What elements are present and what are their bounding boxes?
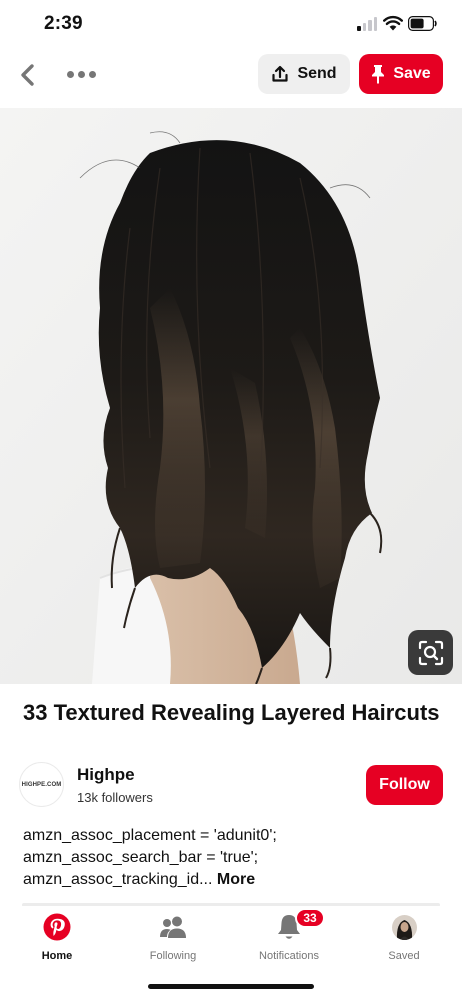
lens-search-icon — [418, 640, 443, 665]
chevron-left-icon — [21, 64, 34, 86]
creator-name[interactable]: Highpe — [77, 765, 135, 785]
creator-followers: 13k followers — [77, 790, 153, 805]
send-label: Send — [297, 65, 337, 82]
tab-notifications[interactable]: 33 Notifications — [244, 908, 334, 972]
visual-search-button[interactable] — [408, 630, 453, 675]
tab-notifications-label: Notifications — [259, 950, 319, 962]
share-icon — [272, 65, 289, 82]
creator-avatar-text: HIGHPE.COM — [21, 781, 62, 788]
pin-icon — [372, 65, 385, 84]
follow-button[interactable]: Follow — [366, 765, 443, 805]
back-button[interactable] — [14, 60, 40, 90]
battery-icon — [408, 16, 437, 31]
description-line: amzn_assoc_search_bar = 'true'; — [23, 849, 259, 866]
pinterest-logo-icon — [43, 913, 71, 941]
pin-description: amzn_assoc_placement = 'adunit0'; amzn_a… — [23, 825, 443, 891]
tab-following-label: Following — [149, 950, 197, 962]
description-line: amzn_assoc_tracking_id... More — [23, 871, 256, 888]
tab-following[interactable]: Following — [128, 912, 218, 972]
wifi-icon — [383, 15, 403, 31]
pin-header: Send Save — [0, 50, 462, 108]
save-label: Save — [393, 65, 431, 82]
more-icon — [66, 70, 74, 78]
profile-avatar — [391, 914, 417, 940]
tab-saved[interactable]: Saved — [359, 912, 449, 972]
more-options-button[interactable] — [64, 62, 98, 86]
status-bar: 2:39 — [0, 0, 462, 50]
people-icon — [160, 916, 186, 938]
pin-image[interactable] — [0, 108, 462, 684]
cellular-signal-icon — [357, 17, 377, 31]
tab-home-label: Home — [41, 950, 73, 962]
status-time: 2:39 — [44, 13, 83, 34]
creator-avatar[interactable]: HIGHPE.COM — [19, 762, 64, 807]
tab-saved-label: Saved — [388, 950, 420, 962]
hair-photo — [0, 108, 462, 684]
notifications-badge: 33 — [295, 908, 325, 928]
description-line: amzn_assoc_placement = 'adunit0'; — [23, 827, 277, 844]
send-button[interactable]: Send — [258, 54, 350, 94]
pin-title: 33 Textured Revealing Layered Haircuts — [23, 700, 440, 725]
more-link[interactable]: More — [217, 871, 255, 888]
home-indicator — [148, 984, 314, 989]
tab-home[interactable]: Home — [12, 912, 102, 972]
save-button[interactable]: Save — [359, 54, 443, 94]
